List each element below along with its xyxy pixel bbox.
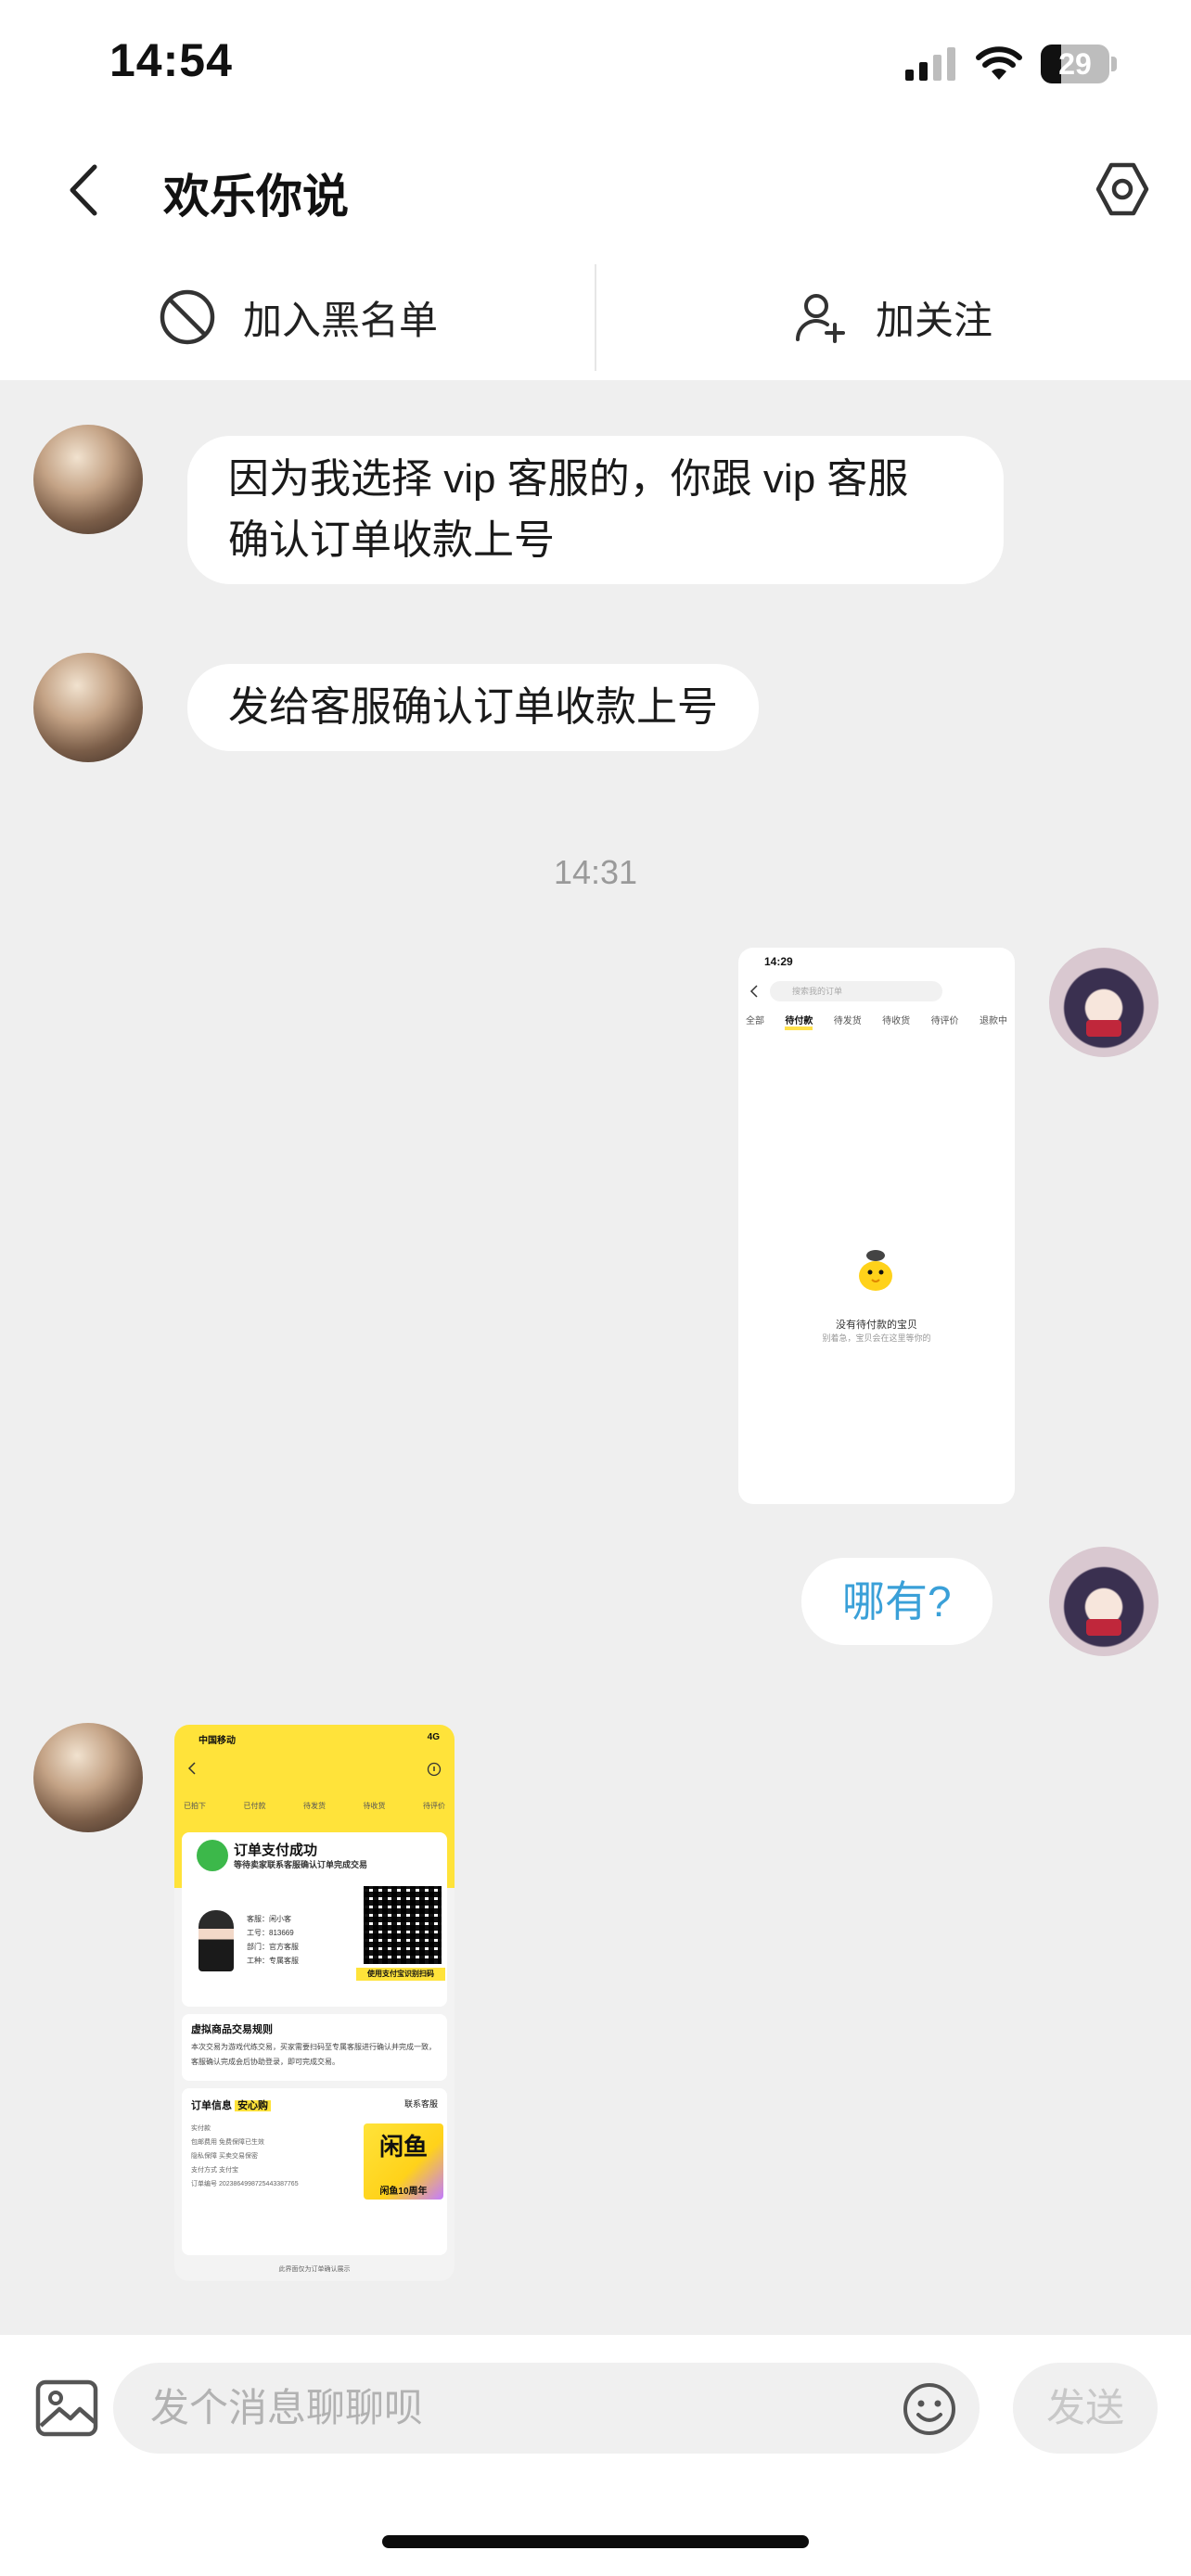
battery-level: 29 bbox=[1058, 47, 1092, 81]
image-picker-icon[interactable] bbox=[35, 2379, 98, 2437]
order-line: 订单编号 2023864998725443387765 bbox=[191, 2181, 299, 2187]
tab-label: 待付款 bbox=[785, 1013, 813, 1030]
home-indicator[interactable] bbox=[382, 2535, 809, 2548]
tab-label: 待发货 bbox=[833, 1016, 862, 1027]
empty-state-text: 没有待付款的宝贝 bbox=[836, 1320, 917, 1331]
check-icon bbox=[197, 1840, 228, 1871]
order-card: 订单信息 安心购 联系客服 实付款 包邮费用 免费保障已生效 隐私保障 买卖交易… bbox=[182, 2088, 447, 2255]
page-title: 欢乐你说 bbox=[163, 171, 349, 223]
message-input[interactable] bbox=[150, 2363, 892, 2454]
step-label: 已付款 bbox=[243, 1802, 266, 1810]
status-time: 14:54 bbox=[109, 34, 233, 86]
status-icons: 29 bbox=[905, 45, 1117, 83]
block-label: 加入黑名单 bbox=[242, 298, 438, 342]
follow-button[interactable]: 加关注 bbox=[596, 261, 1191, 373]
send-button[interactable]: 发送 bbox=[1013, 2363, 1158, 2454]
emoji-icon[interactable] bbox=[902, 2381, 957, 2437]
order-line: 包邮费用 免费保障已生效 bbox=[191, 2139, 264, 2146]
avatar[interactable] bbox=[33, 1723, 143, 1832]
order-title-text: 订单信息 bbox=[191, 2100, 232, 2111]
qr-label: 使用支付宝识别扫码 bbox=[356, 1968, 445, 1981]
tab-label: 待评价 bbox=[930, 1016, 959, 1027]
info-line: 部门：官方客服 bbox=[247, 1943, 299, 1951]
success-title: 订单支付成功 bbox=[234, 1843, 318, 1858]
empty-state-subtext: 别着急，宝贝会在这里等你的 bbox=[822, 1333, 931, 1343]
follow-label: 加关注 bbox=[875, 298, 992, 342]
rules-card: 虚拟商品交易规则 本次交易为游戏代练交易，买家需要扫码至专属客服进行确认并完成一… bbox=[182, 2014, 447, 2081]
message-bubble[interactable]: 哪有? bbox=[801, 1558, 992, 1645]
image-message[interactable]: 中国移动 4G 已拍下 已付款 待发货 待收货 待评价 订单支付成功 等待卖家联… bbox=[174, 1725, 455, 2281]
message-bubble[interactable]: 因为我选择 vip 客服的，你跟 vip 客服 确认订单收款上号 bbox=[187, 436, 1004, 584]
screenshot-tabs: 全部 待付款 待发货 待收货 待评价 退款中 bbox=[746, 1013, 1007, 1030]
order-title: 订单信息 安心购 bbox=[191, 2098, 272, 2112]
battery-icon: 29 bbox=[1041, 45, 1117, 83]
step-label: 待收货 bbox=[363, 1802, 386, 1810]
cellular-signal-icon bbox=[905, 47, 955, 81]
anniversary-label: 闲鱼10周年 bbox=[379, 2187, 428, 2197]
order-line: 隐私保障 买卖交易保密 bbox=[191, 2153, 258, 2160]
message-text: 确认订单收款上号 bbox=[228, 517, 555, 563]
message-timestamp: 14:31 bbox=[553, 853, 638, 891]
step-label: 已拍下 bbox=[184, 1802, 206, 1810]
message-text: 因为我选择 vip 客服的，你跟 vip 客服 bbox=[228, 456, 909, 502]
tab-label: 退款中 bbox=[979, 1016, 1007, 1027]
step-label: 待发货 bbox=[303, 1802, 326, 1810]
image-message[interactable]: 14:29 搜索我的订单 全部 待付款 待发货 待收货 待评价 退款中 没有待付… bbox=[738, 948, 1015, 1504]
screenshot-carrier: 中国移动 bbox=[198, 1736, 236, 1746]
payment-card: 订单支付成功 等待卖家联系客服确认订单完成交易 客服：闲小客 工号：813669… bbox=[182, 1832, 447, 2007]
avatar[interactable] bbox=[33, 425, 143, 534]
message-bubble[interactable]: 发给客服确认订单收款上号 bbox=[187, 664, 759, 751]
add-user-icon bbox=[795, 294, 845, 343]
back-icon bbox=[187, 1762, 196, 1775]
info-line: 工号：813669 bbox=[247, 1929, 294, 1937]
back-icon[interactable] bbox=[58, 158, 113, 223]
order-lines: 实付款 包邮费用 免费保障已生效 隐私保障 买卖交易保密 支付方式 支付宝 订单… bbox=[191, 2122, 299, 2191]
screenshot-signal: 4G bbox=[427, 1732, 440, 1742]
screenshot-time: 14:29 bbox=[764, 955, 793, 968]
message-text: 发给客服确认订单收款上号 bbox=[228, 684, 718, 730]
info-line: 客服：闲小客 bbox=[247, 1915, 291, 1923]
tab-label: 全部 bbox=[746, 1016, 764, 1027]
block-button[interactable]: 加入黑名单 bbox=[0, 261, 596, 373]
avatar[interactable] bbox=[33, 653, 143, 762]
agent-info: 客服：闲小客 工号：813669 部门：官方客服 工种：专属客服 bbox=[247, 1912, 299, 1968]
info-line: 工种：专属客服 bbox=[247, 1957, 299, 1965]
rules-title: 虚拟商品交易规则 bbox=[191, 2024, 273, 2035]
avatar[interactable] bbox=[1049, 948, 1159, 1057]
order-tag: 安心购 bbox=[235, 2100, 272, 2111]
message-input-wrapper bbox=[113, 2363, 980, 2454]
agent-photo bbox=[198, 1910, 234, 1971]
screenshot-footer: 此界面仅为订单确认展示 bbox=[278, 2266, 351, 2273]
back-icon bbox=[749, 985, 758, 998]
mascot-icon bbox=[859, 1250, 892, 1291]
message-text: 哪有? bbox=[842, 1577, 952, 1626]
step-label: 待评价 bbox=[423, 1802, 445, 1810]
success-subtitle: 等待卖家联系客服确认订单完成交易 bbox=[234, 1860, 368, 1869]
rules-body: 本次交易为游戏代练交易，买家需要扫码至专属客服进行确认并完成一致，客服确认完成会… bbox=[191, 2043, 436, 2066]
tab-label: 待收货 bbox=[882, 1016, 911, 1027]
wifi-icon bbox=[976, 46, 1022, 80]
qr-code bbox=[364, 1886, 442, 1964]
order-contact: 联系客服 bbox=[403, 2099, 438, 2109]
order-line: 支付方式 支付宝 bbox=[191, 2167, 238, 2174]
block-icon bbox=[160, 289, 215, 345]
order-steps: 已拍下 已付款 待发货 待收货 待评价 bbox=[184, 1801, 445, 1811]
order-line: 实付款 bbox=[191, 2125, 211, 2132]
settings-icon[interactable] bbox=[1093, 159, 1152, 219]
info-icon bbox=[427, 1762, 442, 1777]
screenshot-search: 搜索我的订单 bbox=[770, 981, 942, 1001]
action-divider bbox=[595, 264, 596, 371]
avatar[interactable] bbox=[1049, 1547, 1159, 1656]
